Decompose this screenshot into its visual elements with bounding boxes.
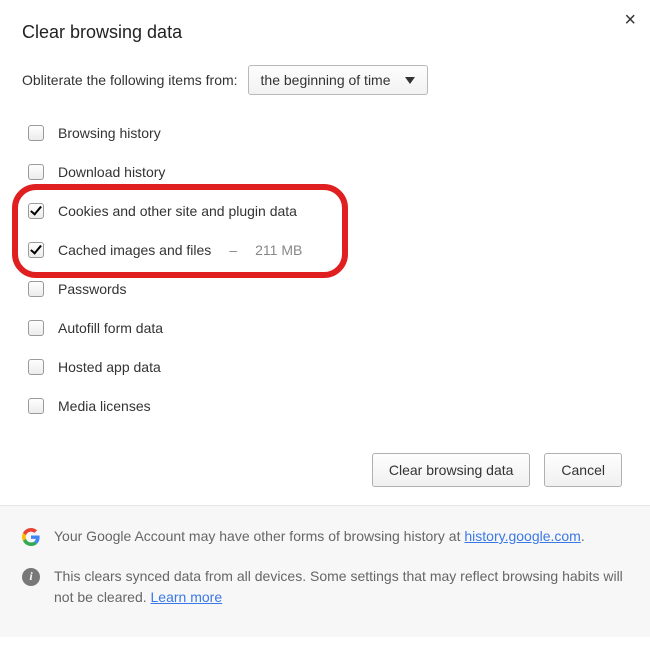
dialog-footer: Your Google Account may have other forms…	[0, 505, 650, 637]
label-autofill: Autofill form data	[58, 320, 163, 336]
footer-account-text-part: Your Google Account may have other forms…	[54, 528, 464, 544]
checkbox-media-licenses[interactable]	[28, 398, 44, 414]
label-browsing-history: Browsing history	[58, 125, 161, 141]
dialog-title: Clear browsing data	[22, 22, 628, 43]
item-autofill[interactable]: Autofill form data	[28, 312, 628, 345]
google-logo-icon	[22, 528, 40, 546]
close-icon[interactable]: ×	[624, 10, 636, 30]
items-list: Browsing history Download history Cookie…	[28, 117, 628, 423]
time-range-row: Obliterate the following items from: the…	[22, 65, 628, 95]
dash-separator: –	[229, 242, 237, 258]
time-range-select[interactable]: the beginning of time	[248, 65, 428, 95]
cancel-button[interactable]: Cancel	[544, 453, 622, 487]
item-download-history[interactable]: Download history	[28, 156, 628, 189]
history-google-link[interactable]: history.google.com	[464, 528, 580, 544]
footer-sync-text-part: This clears synced data from all devices…	[54, 568, 623, 606]
clear-browsing-data-button[interactable]: Clear browsing data	[372, 453, 531, 487]
item-passwords[interactable]: Passwords	[28, 273, 628, 306]
footer-account-after: .	[581, 528, 585, 544]
label-cached: Cached images and files	[58, 242, 211, 258]
checkbox-cached[interactable]	[28, 242, 44, 258]
dialog-buttons: Clear browsing data Cancel	[22, 429, 628, 505]
item-hosted-app-data[interactable]: Hosted app data	[28, 351, 628, 384]
checkbox-passwords[interactable]	[28, 281, 44, 297]
footer-account-row: Your Google Account may have other forms…	[22, 526, 628, 548]
checkbox-hosted-app-data[interactable]	[28, 359, 44, 375]
footer-sync-row: i This clears synced data from all devic…	[22, 566, 628, 609]
label-hosted-app-data: Hosted app data	[58, 359, 161, 375]
item-media-licenses[interactable]: Media licenses	[28, 390, 628, 423]
checkbox-autofill[interactable]	[28, 320, 44, 336]
clear-browsing-data-dialog: Clear browsing data Obliterate the follo…	[0, 0, 650, 505]
time-range-value: the beginning of time	[261, 72, 391, 88]
info-icon: i	[22, 568, 40, 586]
label-media-licenses: Media licenses	[58, 398, 151, 414]
learn-more-link[interactable]: Learn more	[151, 589, 223, 605]
label-passwords: Passwords	[58, 281, 126, 297]
checkbox-cookies[interactable]	[28, 203, 44, 219]
time-range-label: Obliterate the following items from:	[22, 72, 238, 88]
item-browsing-history[interactable]: Browsing history	[28, 117, 628, 150]
cached-size: 211 MB	[255, 242, 302, 258]
label-cookies: Cookies and other site and plugin data	[58, 203, 297, 219]
item-cookies[interactable]: Cookies and other site and plugin data	[28, 195, 628, 228]
footer-account-text: Your Google Account may have other forms…	[54, 526, 585, 548]
checkbox-browsing-history[interactable]	[28, 125, 44, 141]
chevron-down-icon	[405, 77, 415, 84]
checkbox-download-history[interactable]	[28, 164, 44, 180]
label-download-history: Download history	[58, 164, 165, 180]
footer-sync-text: This clears synced data from all devices…	[54, 566, 628, 609]
item-cached[interactable]: Cached images and files – 211 MB	[28, 234, 628, 267]
